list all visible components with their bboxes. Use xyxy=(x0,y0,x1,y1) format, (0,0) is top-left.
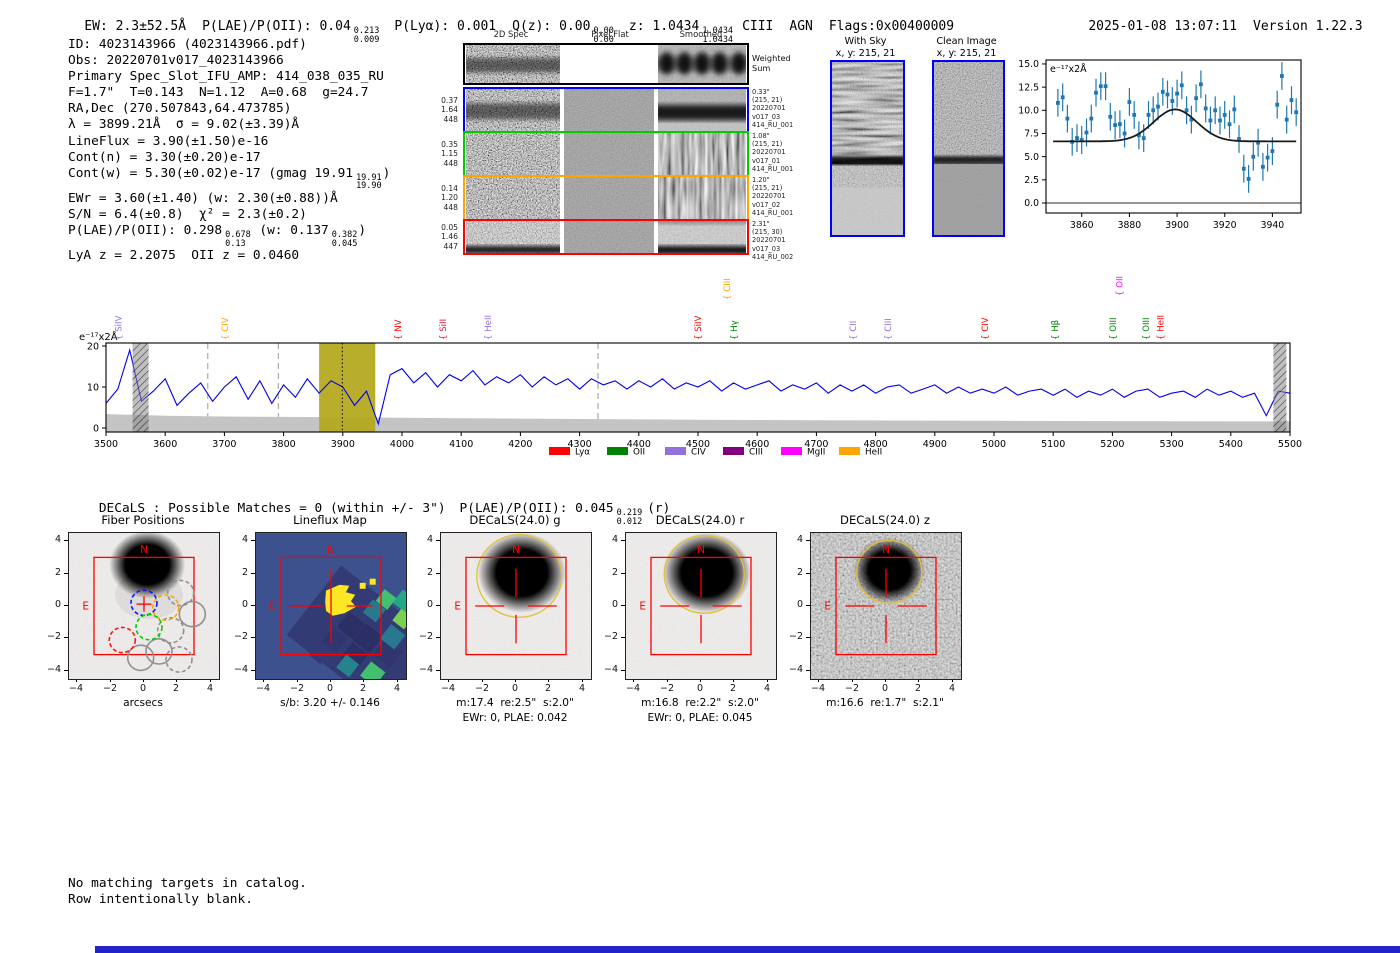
elixer-report-page: EW: 2.3±52.5Å P(LAE)/P(OII): 0.04 0.213 0.0… xyxy=(0,0,1400,953)
cutout-xtick: −4 xyxy=(810,683,825,694)
next-row-divider xyxy=(95,946,1400,953)
cutout-xtick: 4 xyxy=(393,683,401,694)
cutout-caption-1: m:16.6 re:1.7" s:2.1" xyxy=(826,697,944,709)
compass-east-label: E xyxy=(454,601,461,613)
compass-north-label: N xyxy=(327,544,335,556)
cutout-ytick: 2 xyxy=(611,567,618,578)
cutout-image-fiber: NE xyxy=(68,532,220,680)
cutout-ytick: −2 xyxy=(46,631,61,642)
cutout-image-decals_r: NE xyxy=(625,532,777,680)
cutout-xtick: 4 xyxy=(948,683,956,694)
cutout-xtick: 4 xyxy=(578,683,586,694)
cutout-xtick: 2 xyxy=(359,683,367,694)
cutout-ytick: −4 xyxy=(46,664,61,675)
cutout-caption-2: EWr: 0, PLAE: 0.045 xyxy=(647,712,753,724)
cutout-ytick: 4 xyxy=(241,534,248,545)
cutout-caption-2: EWr: 0, PLAE: 0.042 xyxy=(462,712,568,724)
cutout-xtick: 2 xyxy=(914,683,922,694)
cutout-xtick: −2 xyxy=(102,683,117,694)
cutout-image-decals_g: NE xyxy=(440,532,592,680)
cutout-ytick: 2 xyxy=(426,567,433,578)
cutout-title: Lineflux Map xyxy=(293,513,367,527)
cutout-xtick: −4 xyxy=(255,683,270,694)
cutout-ytick: −2 xyxy=(233,631,248,642)
cutout-ytick: 2 xyxy=(241,567,248,578)
cutout-ytick: −2 xyxy=(788,631,803,642)
cutout-caption-1: m:17.4 re:2.5" s:2.0" xyxy=(456,697,574,709)
cutout-xtick: 0 xyxy=(511,683,519,694)
cutout-ytick: 0 xyxy=(426,599,433,610)
cutout-title: DECaLS(24.0) g xyxy=(469,513,561,527)
cutout-xtick: −2 xyxy=(659,683,674,694)
cutout-xtick: −4 xyxy=(625,683,640,694)
cutout-xtick: 2 xyxy=(172,683,180,694)
cutout-xtick: 4 xyxy=(763,683,771,694)
cutout-ytick: 4 xyxy=(611,534,618,545)
cutout-ytick: 0 xyxy=(54,599,61,610)
cutout-xtick: 0 xyxy=(696,683,704,694)
cutout-ytick: 4 xyxy=(426,534,433,545)
compass-east-label: E xyxy=(824,601,831,613)
footer-note-1: No matching targets in catalog. xyxy=(68,876,307,891)
compass-east-label: E xyxy=(82,601,89,613)
cutout-ytick: −4 xyxy=(233,664,248,675)
compass-north-label: N xyxy=(512,544,520,556)
cutout-xtick: −4 xyxy=(68,683,83,694)
cutout-xtick: 2 xyxy=(544,683,552,694)
cutout-xtick: 4 xyxy=(206,683,214,694)
cutout-ytick: 0 xyxy=(241,599,248,610)
cutout-ytick: 4 xyxy=(54,534,61,545)
cutout-ytick: 0 xyxy=(796,599,803,610)
cutout-xtick: 0 xyxy=(881,683,889,694)
cutout-ytick: 0 xyxy=(611,599,618,610)
cutout-title: DECaLS(24.0) z xyxy=(840,513,930,527)
cutout-image-lineflux: NE xyxy=(255,532,407,680)
cutout-row: Fiber Positions −4 −4 −2 −2 0 0 2 2 4 4 arcsecs NEL… xyxy=(0,0,1400,953)
cutout-title: Fiber Positions xyxy=(101,513,185,527)
cutout-xtick: −2 xyxy=(289,683,304,694)
footer-note-2: Row intentionally blank. xyxy=(68,892,253,907)
cutout-ytick: 4 xyxy=(796,534,803,545)
cutout-xlabel: arcsecs xyxy=(123,697,163,709)
cutout-ytick: −4 xyxy=(788,664,803,675)
source-blob xyxy=(662,533,751,613)
cutout-xtick: −2 xyxy=(474,683,489,694)
cutout-ytick: 2 xyxy=(54,567,61,578)
compass-north-label: N xyxy=(140,544,148,556)
compass-east-label: E xyxy=(269,601,276,613)
cutout-xtick: −4 xyxy=(440,683,455,694)
cutout-xtick: 2 xyxy=(729,683,737,694)
cutout-ytick: −2 xyxy=(418,631,433,642)
compass-north-label: N xyxy=(697,544,705,556)
cutout-caption-1: s/b: 3.20 +/- 0.146 xyxy=(280,697,380,709)
cutout-ytick: −4 xyxy=(603,664,618,675)
cutout-image-decals_z: NE xyxy=(810,532,962,680)
cutout-title: DECaLS(24.0) r xyxy=(655,513,745,527)
cutout-xtick: −2 xyxy=(844,683,859,694)
cutout-ytick: −4 xyxy=(418,664,433,675)
cutout-caption-1: m:16.8 re:2.2" s:2.0" xyxy=(641,697,759,709)
compass-north-label: N xyxy=(882,544,890,556)
cutout-xtick: 0 xyxy=(326,683,334,694)
cutout-ytick: −2 xyxy=(603,631,618,642)
compass-east-label: E xyxy=(639,601,646,613)
cutout-xtick: 0 xyxy=(139,683,147,694)
cutout-ytick: 2 xyxy=(796,567,803,578)
